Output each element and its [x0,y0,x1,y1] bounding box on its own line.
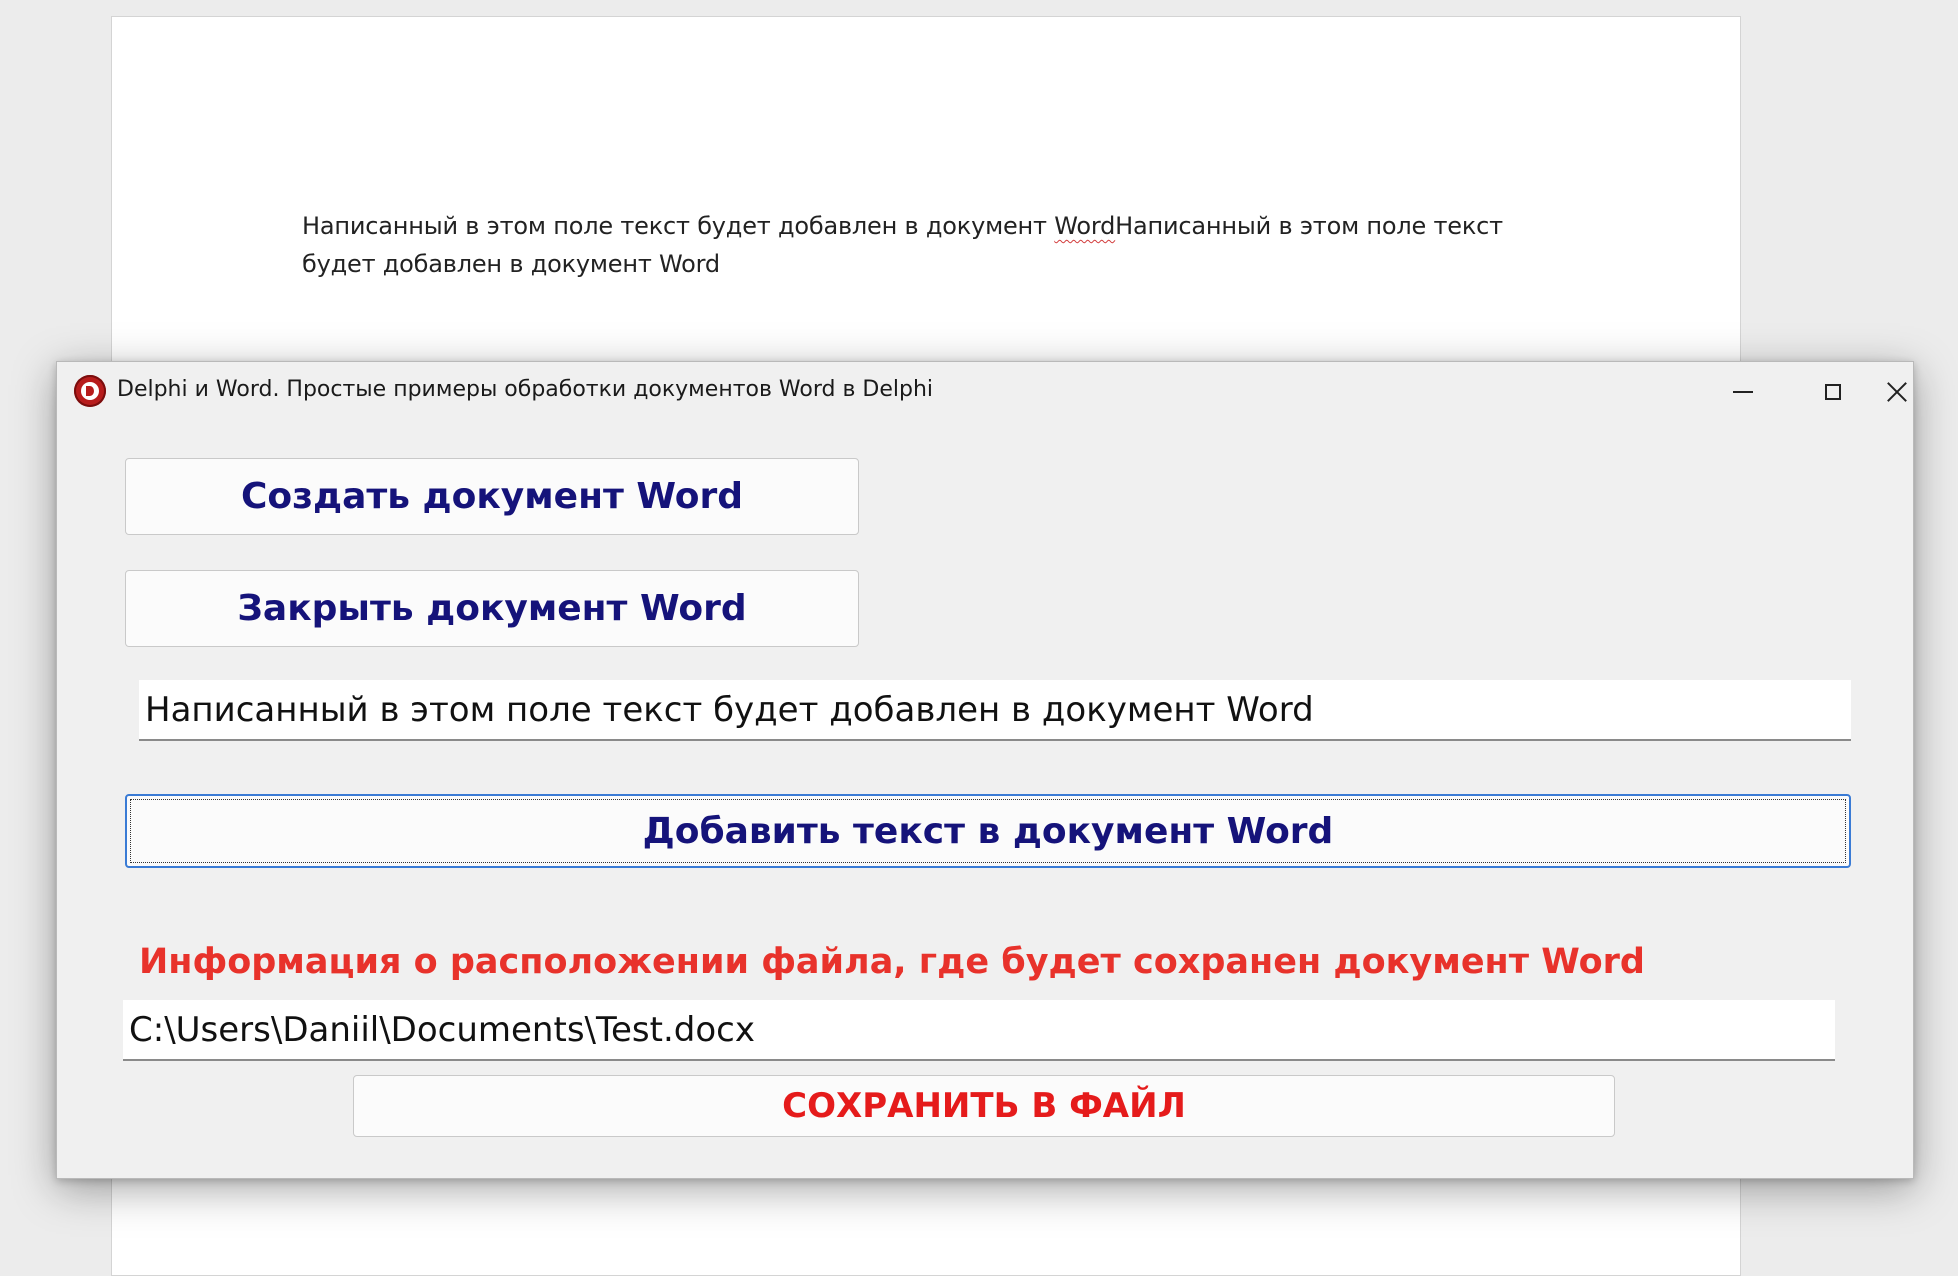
delphi-logo-icon [74,375,106,407]
file-location-label: Информация о расположении файла, где буд… [139,942,1645,982]
window-title: Delphi и Word. Простые примеры обработки… [117,377,934,402]
create-document-button[interactable]: Создать документ Word [125,458,859,535]
maximize-icon [1825,384,1841,400]
title-bar[interactable]: Delphi и Word. Простые примеры обработки… [57,362,1913,422]
minimize-button[interactable] [1698,362,1788,422]
save-to-file-button[interactable]: СОХРАНИТЬ В ФАЙЛ [353,1075,1615,1137]
file-path-input[interactable] [123,1000,1835,1061]
close-window-button[interactable] [1878,362,1915,422]
add-text-button[interactable]: Добавить текст в документ Word [125,794,1851,868]
close-icon [1886,381,1908,403]
word-misspelled-word: Word [1054,212,1116,240]
document-text-input[interactable] [139,680,1851,741]
minimize-icon [1733,391,1753,393]
word-text-before: Написанный в этом поле текст будет добав… [302,212,1055,240]
word-document-text[interactable]: Написанный в этом поле текст будет добав… [302,207,1552,283]
delphi-app-window: Delphi и Word. Простые примеры обработки… [56,361,1914,1179]
maximize-button[interactable] [1788,362,1878,422]
close-document-button[interactable]: Закрыть документ Word [125,570,859,647]
